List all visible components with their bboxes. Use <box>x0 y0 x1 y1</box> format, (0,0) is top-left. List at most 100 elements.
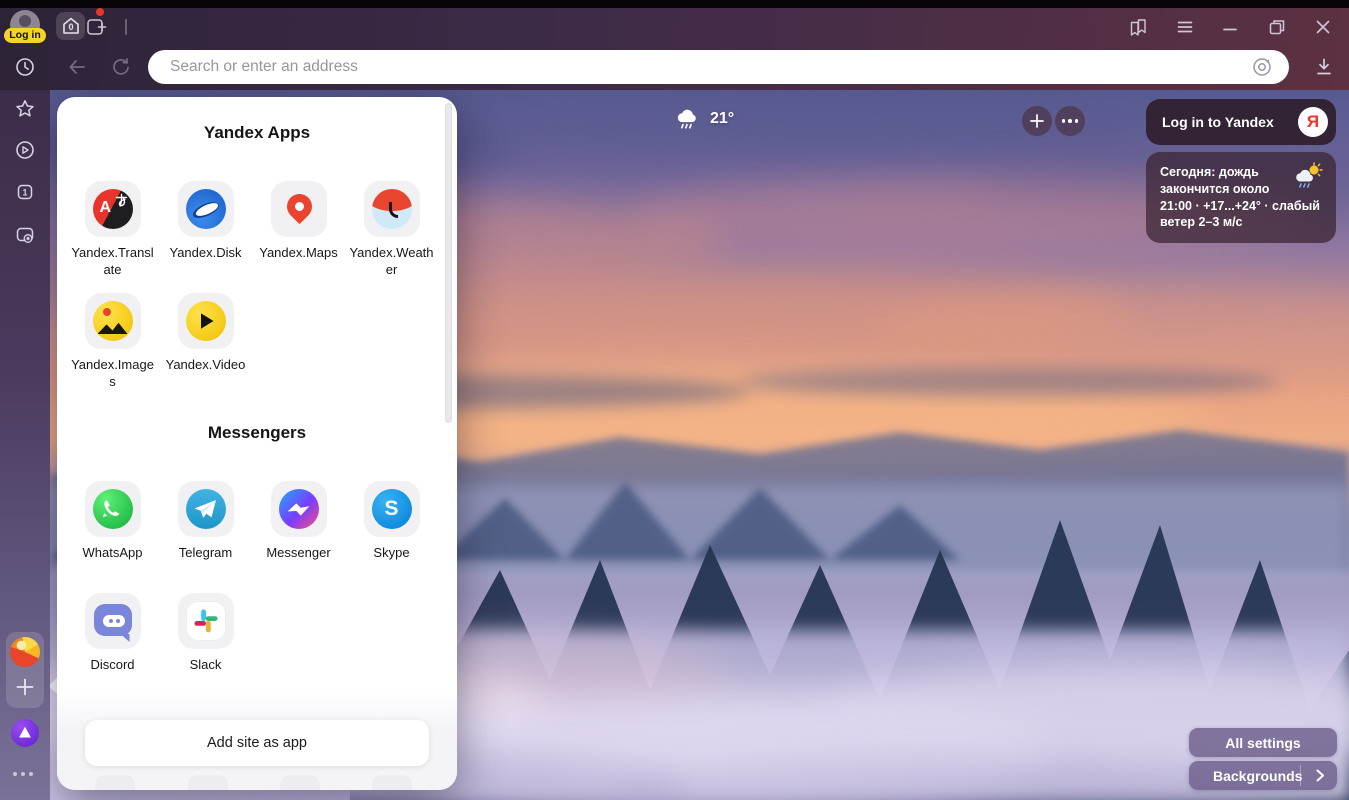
app-label: Yandex.Translate <box>69 245 157 279</box>
app-tile-slack[interactable]: Slack <box>159 593 252 705</box>
play-circle-icon <box>14 139 36 161</box>
notification-dot <box>96 8 104 16</box>
weather-forecast-card[interactable]: Сегодня: дождь закончится около 21:00 · … <box>1146 152 1336 243</box>
whatsapp-icon <box>93 489 133 529</box>
messengers-grid: WhatsApp Telegram <box>57 481 457 705</box>
new-tab-icon <box>85 15 109 39</box>
rain-cloud-icon <box>672 106 702 132</box>
close-icon <box>1312 16 1334 38</box>
image-search-button[interactable] <box>1247 52 1277 82</box>
app-tile-skype[interactable]: S Skype <box>345 481 438 593</box>
apps-panel: Yandex Apps A Yandex.Translate <box>57 97 457 790</box>
yandex-apps-grid: A Yandex.Translate Yandex.Disk <box>57 181 457 405</box>
tabs-badge-icon: 1 <box>14 181 36 203</box>
app-tile-whatsapp[interactable]: WhatsApp <box>66 481 159 593</box>
history-button[interactable] <box>14 56 36 78</box>
app-label: Telegram <box>179 545 232 562</box>
ellipsis-icon <box>1062 119 1079 123</box>
address-bar[interactable] <box>148 50 1289 84</box>
tab-counter: 0 <box>68 22 73 32</box>
address-input[interactable] <box>170 58 1247 76</box>
app-tile-yandex-weather[interactable]: Yandex.Weather <box>345 181 438 293</box>
weather-widget[interactable]: 21° <box>672 106 734 132</box>
backgrounds-label: Backgrounds <box>1213 768 1302 784</box>
app-tile-yandex-maps[interactable]: Yandex.Maps <box>252 181 345 293</box>
partial-tile <box>95 775 135 790</box>
screenshot-camera-icon <box>14 224 36 246</box>
section-title-yandex-apps: Yandex Apps <box>57 123 457 143</box>
partial-tile <box>280 775 320 790</box>
sidebar-more-button[interactable] <box>13 772 37 780</box>
video-button[interactable] <box>14 139 36 161</box>
panel-footer: Add site as app <box>57 690 457 790</box>
app-tile-yandex-images[interactable]: Yandex.Images <box>66 293 159 405</box>
yandex-weather-icon <box>372 189 412 229</box>
bookmarks-star-icon <box>14 98 36 120</box>
restore-icon <box>1266 16 1288 38</box>
downloads-button[interactable] <box>1312 55 1336 79</box>
downloads-icon <box>1312 55 1336 79</box>
app-label: Yandex.Video <box>166 357 246 374</box>
app-tile-messenger[interactable]: Messenger <box>252 481 345 593</box>
app-label: Yandex.Weather <box>348 245 436 279</box>
kana-a-glyph <box>114 193 129 208</box>
yandex-video-icon <box>186 301 226 341</box>
yandex-browser-logo[interactable] <box>10 637 40 667</box>
minimize-icon <box>1219 16 1241 38</box>
section-title-messengers: Messengers <box>57 423 457 443</box>
login-to-yandex-card[interactable]: Log in to Yandex Я <box>1146 99 1336 145</box>
close-button[interactable] <box>1311 15 1335 39</box>
add-widget-button[interactable] <box>1022 106 1052 136</box>
refresh-button[interactable] <box>109 55 133 79</box>
yandex-maps-icon <box>279 189 319 229</box>
backgrounds-button[interactable]: Backgrounds <box>1189 761 1337 790</box>
skype-icon: S <box>372 489 412 529</box>
app-label: Yandex.Disk <box>169 245 241 262</box>
yandex-logo: Я <box>1298 107 1328 137</box>
image-search-icon <box>1250 55 1274 79</box>
app-label: Discord <box>90 657 134 674</box>
yandex-translate-icon: A <box>93 189 133 229</box>
menu-button[interactable] <box>1173 15 1197 39</box>
new-tab-button[interactable] <box>85 15 109 39</box>
discord-icon <box>93 602 133 640</box>
all-settings-label: All settings <box>1225 735 1300 751</box>
app-label: Messenger <box>266 545 330 562</box>
all-settings-button[interactable]: All settings <box>1189 728 1337 757</box>
window-top-edge <box>0 0 1349 8</box>
login-badge[interactable]: Log in <box>4 28 46 43</box>
messenger-icon <box>279 489 319 529</box>
sun-rain-cloud-icon <box>1290 162 1324 192</box>
bookmarks-button[interactable] <box>14 98 36 120</box>
restore-button[interactable] <box>1265 15 1289 39</box>
plus-icon <box>1029 113 1045 129</box>
app-tile-yandex-video[interactable]: Yandex.Video <box>159 293 252 405</box>
app-label: Slack <box>190 657 222 674</box>
side-panels-button[interactable] <box>1126 15 1150 39</box>
tabs-button[interactable]: 1 <box>14 181 36 203</box>
login-card-label: Log in to Yandex <box>1162 114 1274 130</box>
app-label: WhatsApp <box>83 545 143 562</box>
button-divider <box>1300 765 1301 786</box>
app-tile-discord[interactable]: Discord <box>66 593 159 705</box>
back-button[interactable] <box>65 55 89 79</box>
app-tile-telegram[interactable]: Telegram <box>159 481 252 593</box>
home-tab[interactable]: 0 <box>56 12 85 40</box>
partial-tile <box>188 775 228 790</box>
add-panel-plus-icon <box>14 676 36 698</box>
app-tile-yandex-disk[interactable]: Yandex.Disk <box>159 181 252 293</box>
refresh-icon <box>110 56 132 78</box>
more-widget-button[interactable] <box>1055 106 1085 136</box>
app-label: Skype <box>373 545 409 562</box>
minimize-button[interactable] <box>1218 15 1242 39</box>
alice-assistant-button[interactable] <box>11 719 39 747</box>
screenshot-button[interactable] <box>14 224 36 246</box>
partial-tile <box>372 775 412 790</box>
panel-scrollbar[interactable] <box>445 103 452 423</box>
add-panel-button[interactable] <box>14 676 36 698</box>
alice-assistant-icon <box>18 726 32 739</box>
app-tile-yandex-translate[interactable]: A Yandex.Translate <box>66 181 159 293</box>
add-site-as-app-button[interactable]: Add site as app <box>85 720 429 766</box>
chevron-right-icon <box>1316 769 1325 785</box>
history-clock-icon <box>14 56 36 78</box>
